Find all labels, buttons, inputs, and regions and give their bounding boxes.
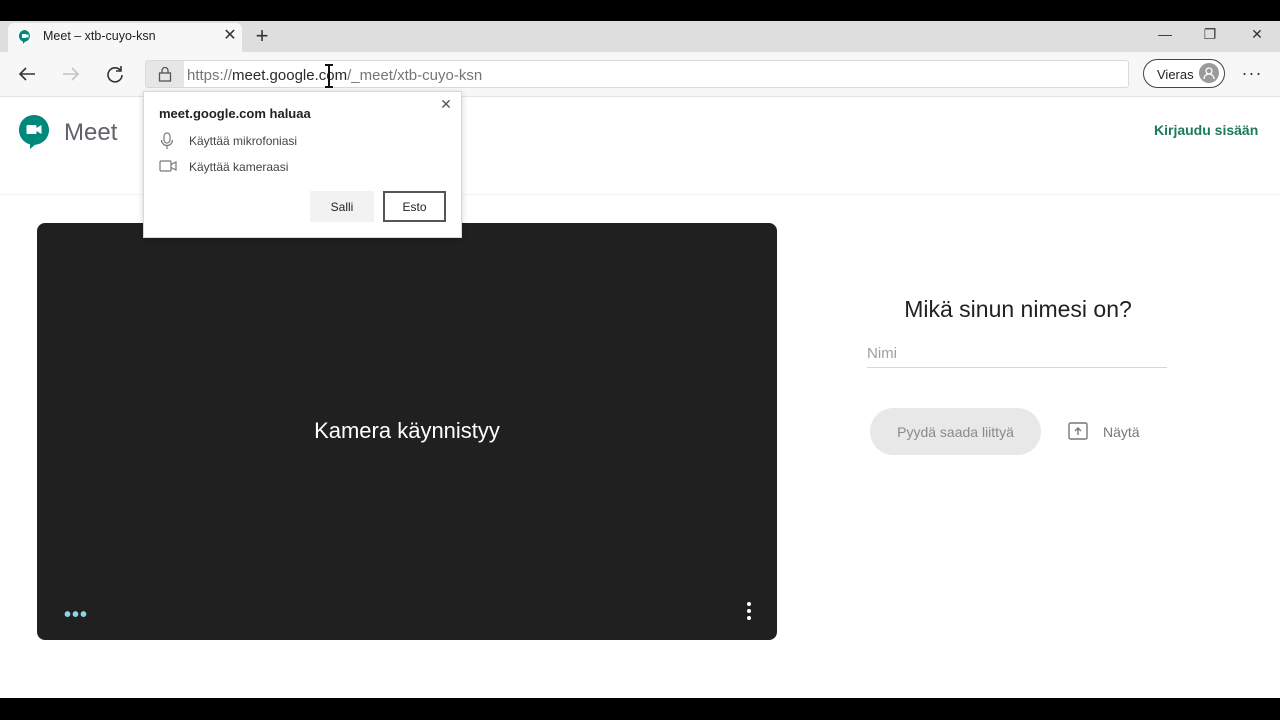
sign-in-link[interactable]: Kirjaudu sisään [1154,122,1258,138]
tab-close-icon[interactable]: ✕ [220,26,240,46]
url-path: /_meet/xtb-cuyo-ksn [347,67,483,84]
forward-arrow-icon[interactable] [58,62,84,86]
permission-mic-label: Käyttää mikrofoniasi [189,134,298,148]
minimize-icon[interactable]: — [1145,24,1185,44]
new-tab-button[interactable]: + [251,25,273,48]
video-options-icon[interactable]: ••• [64,604,88,627]
text-cursor-icon [325,64,333,88]
meet-favicon-icon [19,30,30,44]
close-window-icon[interactable]: ✕ [1237,24,1277,44]
restore-icon[interactable]: ❐ [1190,24,1230,44]
present-screen-icon[interactable] [1068,422,1088,440]
microphone-icon [160,132,174,149]
browser-menu-icon[interactable]: ··· [1240,62,1264,86]
permission-camera-label: Käyttää kameraasi [189,160,289,174]
letterbox-top [0,0,1280,21]
tab-title: Meet – xtb-cuyo-ksn [43,29,156,43]
camera-icon [159,160,177,172]
url-scheme: https:// [187,67,233,84]
present-label[interactable]: Näytä [1103,424,1140,440]
block-button[interactable]: Esto [383,191,446,222]
meet-wordmark: Meet [64,119,118,146]
lock-icon[interactable] [146,61,184,87]
popup-close-icon[interactable]: ✕ [438,96,454,112]
allow-button[interactable]: Salli [310,191,374,222]
name-input[interactable] [867,340,1167,368]
name-question: Mikä sinun nimesi on? [904,296,1132,322]
ask-to-join-button[interactable]: Pyydä saada liittyä [870,408,1041,455]
permission-popup-title: meet.google.com haluaa [159,106,311,121]
camera-status-text: Kamera käynnistyy [314,418,500,443]
letterbox-bottom [0,698,1280,720]
meet-logo-icon [19,115,49,149]
back-arrow-icon[interactable] [14,62,40,86]
guest-avatar-icon [1199,63,1219,83]
reload-icon[interactable] [102,62,128,86]
more-vert-icon[interactable] [741,601,757,621]
profile-label: Vieras [1157,67,1194,82]
